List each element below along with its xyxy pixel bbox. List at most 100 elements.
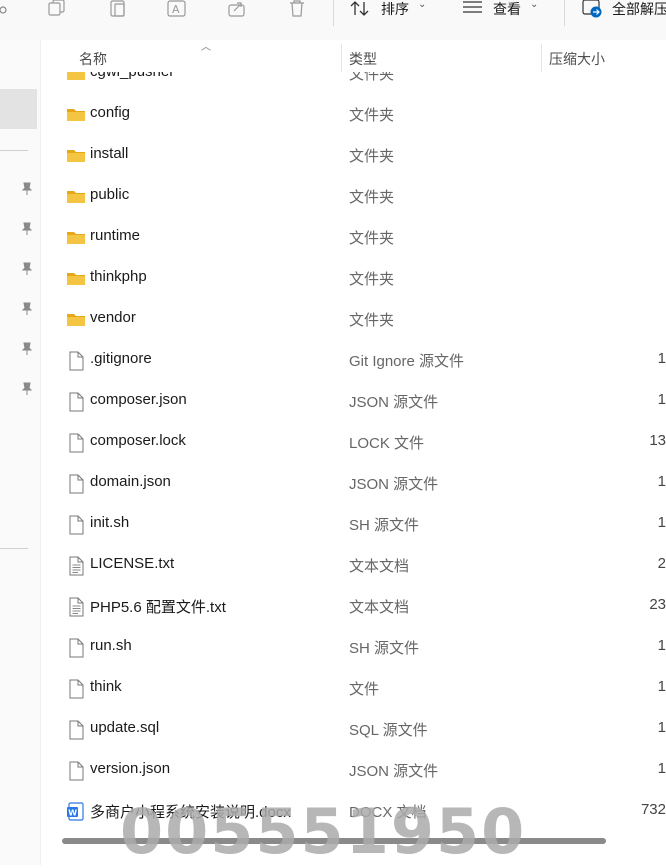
file-row[interactable]: domain.json JSON 源文件 1 xyxy=(41,463,666,504)
folder-icon xyxy=(66,146,86,166)
file-compressed-size: 1 xyxy=(657,678,666,695)
file-name: public xyxy=(90,186,130,203)
folder-icon xyxy=(66,187,86,207)
view-label: 查看 xyxy=(493,1,521,17)
file-name: thinkphp xyxy=(90,268,147,285)
column-header-type[interactable]: 类型 xyxy=(349,49,377,69)
file-name: domain.json xyxy=(90,473,171,490)
column-header-bar: 名称 ︿ 类型 压缩大小 xyxy=(41,40,666,72)
file-type: 文件夹 xyxy=(349,271,395,288)
column-header-compressed-size[interactable]: 压缩大小 xyxy=(549,49,605,69)
folder-icon xyxy=(66,105,86,125)
folder-icon xyxy=(66,228,86,248)
rename-icon[interactable]: A xyxy=(167,0,189,18)
file-compressed-size: 1 xyxy=(657,350,666,367)
file-row[interactable]: composer.json JSON 源文件 1 xyxy=(41,381,666,422)
sort-button[interactable]: 排序 ⌄ xyxy=(350,0,430,18)
file-type: 文件 xyxy=(349,681,380,698)
file-row[interactable]: .gitignore Git Ignore 源文件 1 xyxy=(41,340,666,381)
file-row[interactable]: vendor 文件夹 xyxy=(41,299,666,340)
file-icon xyxy=(66,433,86,453)
file-type: JSON 源文件 xyxy=(349,394,439,411)
file-type: 文件夹 xyxy=(349,189,395,206)
file-compressed-size: 1 xyxy=(657,760,666,777)
share-icon[interactable] xyxy=(227,0,249,18)
folder-icon xyxy=(66,269,86,289)
file-compressed-size: 1 xyxy=(657,473,666,490)
file-name: runtime xyxy=(90,227,141,244)
file-compressed-size: 1 xyxy=(657,514,666,531)
text-file-icon xyxy=(66,556,86,576)
file-compressed-size: 732 xyxy=(640,801,666,818)
file-type: Git Ignore 源文件 xyxy=(349,353,465,370)
sort-icon xyxy=(350,1,369,16)
cut-icon[interactable] xyxy=(0,0,22,18)
extract-icon xyxy=(582,0,602,18)
pin-icon[interactable] xyxy=(20,222,34,236)
watermark: 005551950 xyxy=(120,795,527,868)
file-row[interactable]: composer.lock LOCK 文件 13 xyxy=(41,422,666,463)
file-row[interactable]: config 文件夹 xyxy=(41,94,666,135)
pin-icon[interactable] xyxy=(20,302,34,316)
file-icon xyxy=(66,351,86,371)
file-icon xyxy=(66,474,86,494)
chevron-down-icon: ⌄ xyxy=(418,0,427,10)
command-bar: A 排序 ⌄ 查看 ⌄ 全部解压 xyxy=(0,0,666,41)
pin-icon[interactable] xyxy=(20,182,34,196)
file-row[interactable]: think 文件 1 xyxy=(41,668,666,709)
chevron-down-icon: ⌄ xyxy=(530,0,539,10)
file-type: 文本文档 xyxy=(349,599,410,616)
paste-icon[interactable] xyxy=(108,0,130,18)
file-compressed-size: 23 xyxy=(649,596,666,613)
column-divider[interactable] xyxy=(541,44,542,72)
file-type: 文件夹 xyxy=(349,312,395,329)
file-name: version.json xyxy=(90,760,171,777)
file-icon xyxy=(66,515,86,535)
file-row[interactable]: install 文件夹 xyxy=(41,135,666,176)
nav-divider xyxy=(0,150,28,151)
navigation-pane xyxy=(0,40,41,865)
file-name: PHP5.6 配置文件.txt xyxy=(90,599,226,616)
file-name: .gitignore xyxy=(90,350,152,367)
file-row[interactable]: update.sql SQL 源文件 1 xyxy=(41,709,666,750)
nav-selected-item[interactable] xyxy=(0,89,37,129)
file-row[interactable]: thinkphp 文件夹 xyxy=(41,258,666,299)
text-file-icon xyxy=(66,597,86,617)
file-type: 文件夹 xyxy=(349,107,395,124)
file-name: install xyxy=(90,145,129,162)
file-row[interactable]: LICENSE.txt 文本文档 2 xyxy=(41,545,666,586)
file-type: JSON 源文件 xyxy=(349,476,439,493)
sort-label: 排序 xyxy=(381,1,409,17)
view-button[interactable]: 查看 ⌄ xyxy=(462,0,542,18)
column-divider[interactable] xyxy=(341,44,342,72)
file-icon xyxy=(66,392,86,412)
sort-ascending-icon: ︿ xyxy=(201,42,211,53)
file-list: cgwl_pusher文件夹config文件夹install文件夹public文… xyxy=(41,60,666,840)
file-type: SQL 源文件 xyxy=(349,722,428,739)
pin-icon[interactable] xyxy=(20,382,34,396)
file-type: 文件夹 xyxy=(349,148,395,165)
file-compressed-size: 13 xyxy=(649,432,666,449)
delete-icon[interactable] xyxy=(287,0,309,18)
toolbar-separator xyxy=(333,0,334,26)
file-name: init.sh xyxy=(90,514,130,531)
extract-all-button[interactable]: 全部解压 xyxy=(582,0,666,18)
svg-text:A: A xyxy=(172,3,180,16)
file-name: think xyxy=(90,678,122,695)
file-row[interactable]: PHP5.6 配置文件.txt 文本文档 23 xyxy=(41,586,666,627)
pin-icon[interactable] xyxy=(20,342,34,356)
file-compressed-size: 1 xyxy=(657,391,666,408)
file-icon xyxy=(66,679,86,699)
file-icon xyxy=(66,761,86,781)
copy-icon[interactable] xyxy=(48,0,70,18)
folder-icon xyxy=(66,310,86,330)
file-row[interactable]: public 文件夹 xyxy=(41,176,666,217)
pin-icon[interactable] xyxy=(20,262,34,276)
file-row[interactable]: runtime 文件夹 xyxy=(41,217,666,258)
column-header-name[interactable]: 名称 xyxy=(79,49,107,69)
file-row[interactable]: version.json JSON 源文件 1 xyxy=(41,750,666,791)
file-row[interactable]: init.sh SH 源文件 1 xyxy=(41,504,666,545)
file-row[interactable]: run.sh SH 源文件 1 xyxy=(41,627,666,668)
nav-divider xyxy=(0,548,28,549)
file-name: composer.json xyxy=(90,391,187,408)
